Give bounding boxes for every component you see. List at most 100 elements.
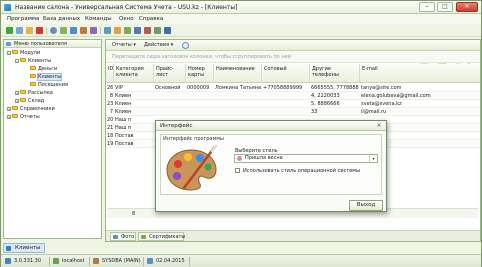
folder-icon [12, 106, 18, 110]
calendar-icon[interactable] [134, 27, 141, 34]
maximize-button[interactable]: □ [437, 2, 453, 12]
col-header-email[interactable]: E-mail [360, 64, 480, 83]
table-row[interactable]: 7 Клиен 33 ii@mail.ru [106, 108, 480, 116]
menu-bar: Программа База данных Команды Окно Справ… [1, 14, 481, 24]
actions-dropdown[interactable]: Действия ▾ [144, 42, 173, 49]
tree-item-label: Деньги [38, 66, 58, 72]
tree-item[interactable]: − Клиенты [15, 58, 51, 65]
add-icon[interactable] [6, 27, 13, 34]
dialog-close-button[interactable]: ✕ [374, 122, 384, 130]
edit-icon[interactable] [26, 27, 33, 34]
status-separator [143, 257, 144, 266]
tree-expander-icon[interactable]: − [7, 51, 11, 55]
record-count-value: 8 [132, 211, 136, 217]
tree-expander-icon[interactable]: − [15, 59, 19, 63]
folder-icon [12, 50, 18, 54]
tree-expander-icon[interactable]: + [7, 107, 11, 111]
interface-settings-group: Интерфейс программы Выберите стиль Пришл… [160, 134, 382, 195]
tab-photo[interactable]: Фото [110, 232, 136, 241]
table-row[interactable]: 8 Клиен 4, 2220033 elena.golubeva@gmail.com [106, 92, 480, 100]
close-button[interactable]: ✕ [456, 2, 478, 12]
tree-item[interactable]: + Рассылка [15, 90, 53, 97]
chevron-down-icon[interactable]: ▾ [369, 155, 377, 162]
tree-item[interactable]: + Склад [15, 98, 44, 105]
menu-window[interactable]: Окно [119, 16, 134, 22]
help-icon[interactable] [164, 27, 171, 34]
col-header-name[interactable]: Наименование [214, 64, 262, 83]
table-cell: 19 [107, 141, 114, 147]
table-row[interactable]: 26 VIP Основной 0000009 Ломкина Татьяна +7705… [106, 84, 480, 92]
col-header-mobile[interactable]: Сотовый [262, 64, 310, 83]
exit-button[interactable]: Выход [349, 200, 383, 211]
col-header-id[interactable]: ID [106, 64, 114, 83]
help-icon[interactable] [182, 42, 189, 49]
clients-toolbar: Отчеты ▾ Действия ▾ [106, 40, 480, 51]
table-cell [262, 92, 310, 100]
col-header-phones[interactable]: Другие телефоны [310, 64, 360, 83]
table-cell: 0000009 [187, 85, 210, 91]
delete-icon[interactable] [36, 27, 43, 34]
table-cell: Постав [115, 141, 134, 147]
tree-expander-icon[interactable]: + [7, 115, 11, 119]
chart-icon[interactable] [104, 27, 111, 34]
table-cell: tanya@site.com [361, 85, 402, 91]
col-header-card[interactable]: Номер карты [186, 64, 214, 83]
folder-icon[interactable] [114, 27, 121, 34]
certificate-icon [141, 235, 146, 239]
print-icon[interactable] [90, 27, 97, 34]
folder-icon [30, 66, 36, 70]
filter-icon[interactable] [60, 27, 67, 34]
style-select[interactable]: Пришла весна ▾ [234, 154, 378, 163]
col-header-pricelist[interactable]: Прайс-лист [154, 64, 186, 83]
tree-item[interactable]: Посещения [23, 82, 68, 89]
table-row[interactable]: 23 Клиен 5, 8886666 sveta@svena.kz [106, 100, 480, 108]
menu-help[interactable]: Справка [139, 16, 163, 22]
calendar-icon [147, 258, 153, 264]
photo-icon [113, 235, 118, 239]
menu-commands[interactable]: Команды [85, 16, 112, 22]
tree-item[interactable]: − Модули [7, 50, 40, 57]
folder-icon [20, 98, 26, 102]
table-cell: sveta@svena.kz [361, 101, 402, 107]
os-style-checkbox[interactable] [235, 168, 240, 173]
taskbar-tab-label: Клиенты [15, 245, 41, 251]
info-icon [5, 258, 11, 264]
tree-item[interactable]: + Справочники [7, 106, 55, 113]
reports-dropdown[interactable]: Отчеты ▾ [112, 42, 136, 49]
export-icon[interactable] [80, 27, 87, 34]
detail-tabs: Фото Сертификаты [106, 230, 480, 241]
tree-expander-icon[interactable]: + [15, 99, 19, 103]
user-menu-header: Меню пользователя [4, 40, 101, 48]
users-icon[interactable] [124, 27, 131, 34]
tree-expander-icon[interactable]: + [15, 91, 19, 95]
style-select-value: Пришла весна [245, 155, 283, 161]
table-cell: 23 [107, 101, 114, 107]
taskbar-tab-clients[interactable]: Клиенты [3, 243, 45, 253]
tree-item-label: Рассылка [28, 90, 53, 96]
palette-icon [166, 144, 218, 191]
table-cell [186, 92, 214, 100]
tree-item[interactable]: Деньги [23, 66, 57, 73]
menu-database[interactable]: База данных [43, 16, 80, 22]
mail-icon[interactable] [144, 27, 151, 34]
col-header-category[interactable]: Категория клиента [114, 64, 154, 83]
status-db-user: SYSDBA (MAIN) [102, 258, 141, 264]
title-bar[interactable]: Название салона - Универсальная Система … [1, 1, 481, 14]
copy-icon[interactable] [16, 27, 23, 34]
main-toolbar [1, 24, 481, 37]
status-separator [189, 257, 190, 266]
folder-icon [30, 74, 36, 78]
tree-item[interactable]: Клиенты [23, 73, 63, 81]
menu-program[interactable]: Программа [7, 16, 39, 22]
dialog-title-bar[interactable]: Интерфейс ✕ [156, 121, 386, 131]
refresh-icon[interactable] [70, 27, 77, 34]
dialog-title: Интерфейс [160, 123, 193, 129]
table-cell: 21 [107, 125, 114, 131]
search-icon[interactable] [50, 27, 57, 34]
minimize-button[interactable]: – [419, 2, 435, 12]
table-cell: Наш п [115, 125, 132, 131]
tab-certificates[interactable]: Сертификаты [138, 232, 185, 241]
table-cell: Клиен [115, 101, 132, 107]
settings-icon[interactable] [154, 27, 161, 34]
tree-item[interactable]: + Отчеты [7, 114, 40, 121]
